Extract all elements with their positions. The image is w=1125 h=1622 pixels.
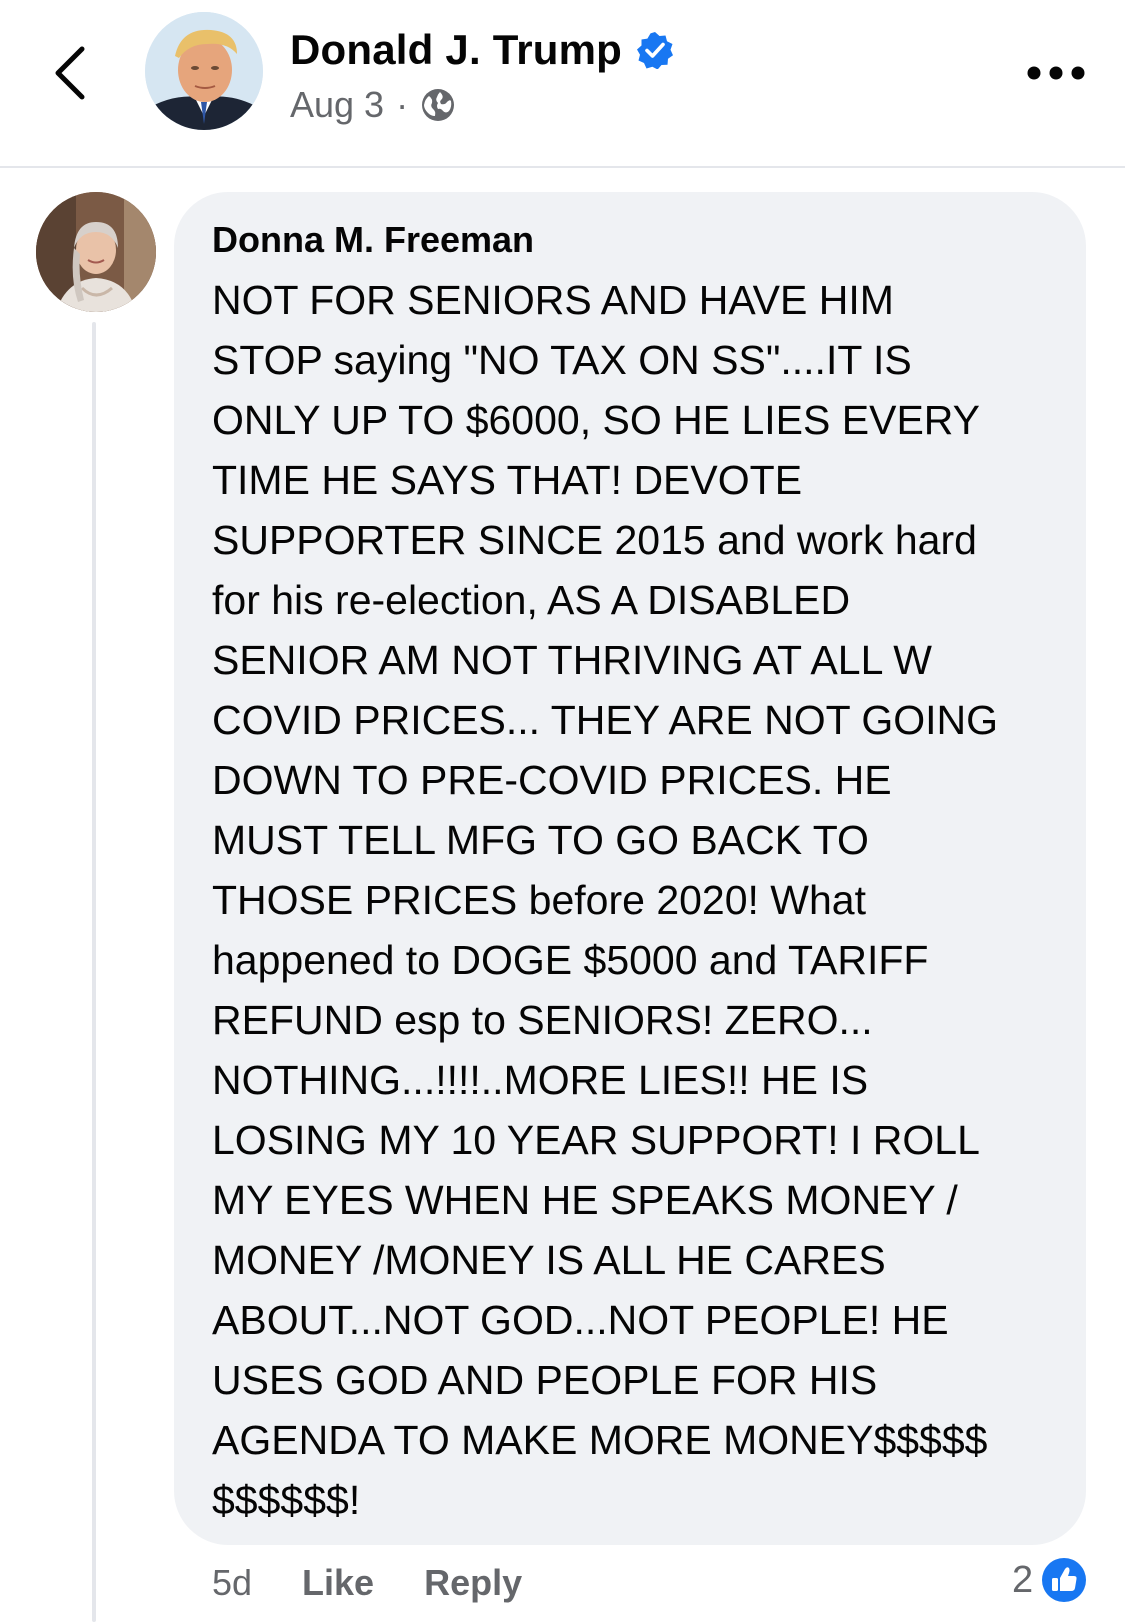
comment-line: $$$$$$! [212, 1477, 361, 1523]
post-meta: Aug 3 · [290, 80, 456, 130]
comment-actions: 5d Like Reply [212, 1553, 522, 1613]
comment-line: DOWN TO PRE-COVID PRICES. HE [212, 757, 892, 803]
back-button[interactable] [40, 38, 100, 108]
post-date[interactable]: Aug 3 [290, 84, 384, 126]
comment-line: SUPPORTER SINCE 2015 and work hard [212, 517, 977, 563]
reaction-summary[interactable]: 2 [1012, 1550, 1087, 1610]
comment-time[interactable]: 5d [212, 1562, 252, 1604]
reaction-count: 2 [1012, 1558, 1034, 1601]
comment-line: USES GOD AND PEOPLE FOR HIS [212, 1357, 878, 1403]
comment-author[interactable]: Donna M. Freeman [212, 216, 1056, 264]
back-chevron-icon [55, 46, 85, 100]
comment-line: ONLY UP TO $6000, SO HE LIES EVERY [212, 397, 981, 443]
reply-button[interactable]: Reply [424, 1562, 522, 1604]
comment-line: TIME HE SAYS THAT! DEVOTE [212, 457, 803, 503]
like-button[interactable]: Like [302, 1562, 374, 1604]
meta-separator: · [396, 84, 409, 125]
comment-bubble: Donna M. Freeman NOT FOR SENIORS AND HAV… [174, 192, 1086, 1545]
more-options-icon [1027, 66, 1085, 80]
comment-line: THOSE PRICES before 2020! What [212, 877, 866, 923]
comment-line: REFUND esp to SENIORS! ZERO... [212, 997, 873, 1043]
comment-line: SENIOR AM NOT THRIVING AT ALL W [212, 637, 932, 683]
comment-line: MY EYES WHEN HE SPEAKS MONEY / [212, 1177, 958, 1223]
comment-line: happened to DOGE $5000 and TARIFF [212, 937, 929, 983]
comment-line: STOP saying "NO TAX ON SS"....IT IS [212, 337, 912, 383]
comment-line: LOSING MY 10 YEAR SUPPORT! I ROLL [212, 1117, 980, 1163]
more-options-button[interactable] [1016, 48, 1096, 98]
page-name[interactable]: Donald J. Trump [290, 26, 622, 74]
reply-thread-line [92, 322, 96, 1622]
verified-badge-icon [636, 31, 674, 70]
like-reaction-icon [1041, 1557, 1087, 1603]
commenter-avatar-image [36, 192, 156, 312]
page-avatar-image [145, 12, 263, 130]
comment-line: for his re-election, AS A DISABLED [212, 577, 851, 623]
comment-line: NOTHING...!!!!..MORE LIES!! HE IS [212, 1057, 869, 1103]
comment-line: MONEY /MONEY IS ALL HE CARES [212, 1237, 886, 1283]
page-avatar[interactable] [145, 12, 263, 130]
comment-line: AGENDA TO MAKE MORE MONEY$$$$$ [212, 1417, 988, 1463]
comment-line: COVID PRICES... THEY ARE NOT GOING [212, 697, 999, 743]
commenter-avatar[interactable] [36, 192, 156, 312]
page-name-row: Donald J. Trump [290, 22, 674, 78]
comment-text: NOT FOR SENIORS AND HAVE HIM STOP saying … [212, 270, 1056, 1530]
comment-line: NOT FOR SENIORS AND HAVE HIM [212, 277, 894, 323]
post-header: Donald J. Trump Aug 3 · [0, 0, 1125, 168]
comment-line: ABOUT...NOT GOD...NOT PEOPLE! HE [212, 1297, 949, 1343]
globe-icon [420, 87, 456, 123]
comment-line: MUST TELL MFG TO GO BACK TO [212, 817, 869, 863]
